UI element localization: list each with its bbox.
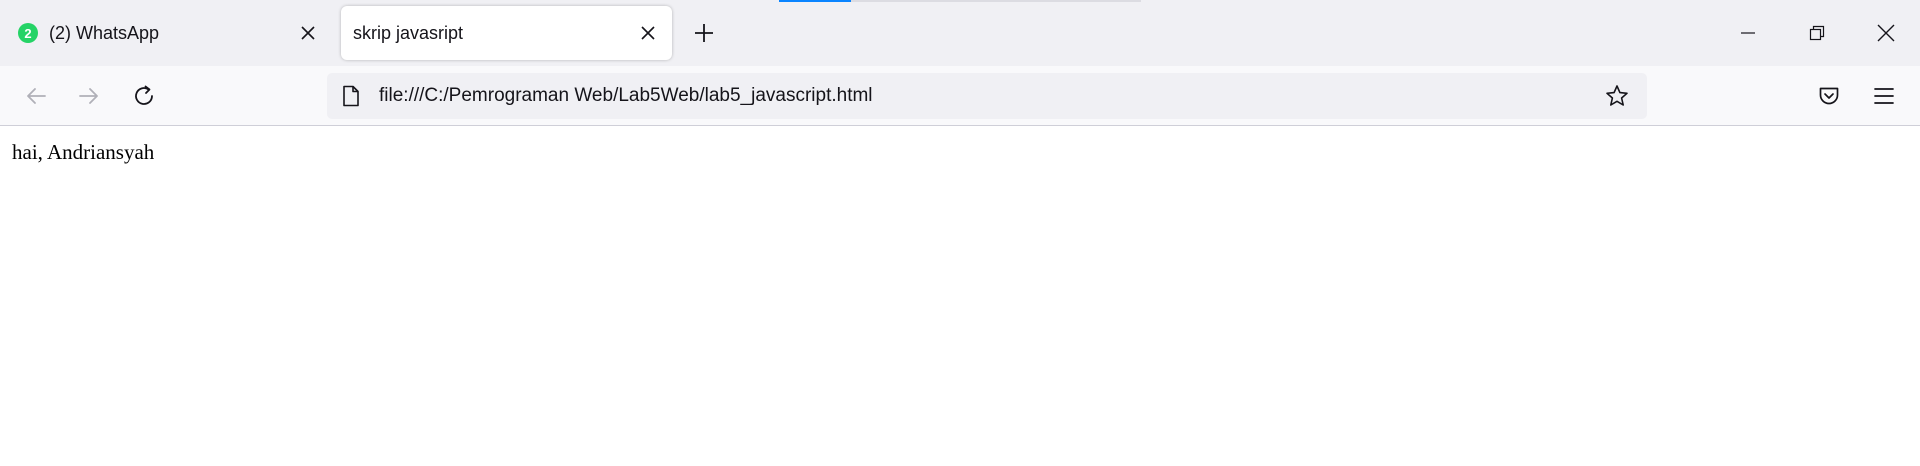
forward-arrow-icon[interactable] [71,78,107,114]
page-greeting-text: hai, Andriansyah [12,140,155,164]
tab-whatsapp[interactable]: 2 (2) WhatsApp [8,6,332,60]
loading-indicator-track [851,0,1141,2]
browser-window: 2 (2) WhatsApp skrip javasript file:///C… [0,0,1920,466]
tab-close-icon[interactable] [634,19,662,47]
hamburger-menu-icon[interactable] [1866,78,1902,114]
loading-indicator [779,0,851,2]
tab-close-icon[interactable] [294,19,322,47]
close-icon[interactable] [1868,15,1904,51]
whatsapp-icon: 2 [18,23,38,43]
tab-notification-badge: 2 [24,25,32,41]
tab-label: skrip javasript [353,22,464,43]
star-icon[interactable] [1601,80,1633,112]
url-bar[interactable]: file:///C:/Pemrograman Web/Lab5Web/lab5_… [327,73,1647,119]
page-content: hai, Andriansyah [0,126,1920,466]
tab-strip: 2 (2) WhatsApp skrip javasript [0,0,1920,66]
url-text[interactable]: file:///C:/Pemrograman Web/Lab5Web/lab5_… [379,85,1601,107]
navigation-toolbar: file:///C:/Pemrograman Web/Lab5Web/lab5_… [0,66,1920,126]
minimize-icon[interactable] [1730,15,1766,51]
back-arrow-icon[interactable] [18,78,54,114]
document-icon[interactable] [339,84,363,108]
restore-icon[interactable] [1799,15,1835,51]
tab-active[interactable]: skrip javasript [341,6,672,60]
reload-icon[interactable] [126,78,162,114]
pocket-icon[interactable] [1811,78,1847,114]
plus-icon[interactable] [688,17,720,49]
tab-label: (2) WhatsApp [49,22,160,43]
